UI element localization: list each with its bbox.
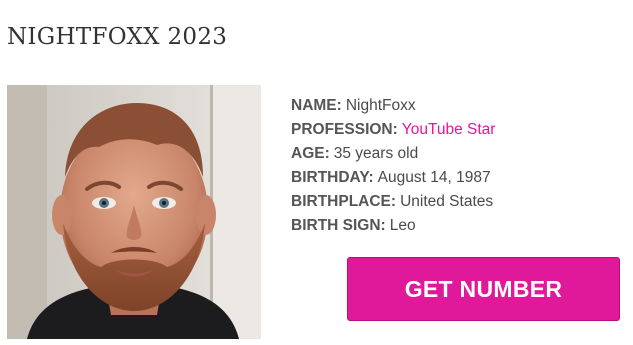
profile-row-birthplace: BIRTHPLACE: United States bbox=[291, 190, 495, 214]
profile-details: NAME: NightFoxx PROFESSION: YouTube Star A… bbox=[291, 94, 495, 238]
birthplace-label: BIRTHPLACE: bbox=[291, 193, 397, 210]
birthday-label: BIRTHDAY: bbox=[291, 169, 374, 186]
birth-sign-label: BIRTH SIGN: bbox=[291, 217, 386, 234]
birth-sign-value: Leo bbox=[389, 217, 416, 234]
birthday-value: August 14, 1987 bbox=[377, 169, 491, 186]
age-value: 35 years old bbox=[333, 145, 419, 162]
profile-photo bbox=[7, 85, 261, 339]
profile-row-birthday: BIRTHDAY: August 14, 1987 bbox=[291, 166, 495, 190]
profile-row-profession: PROFESSION: YouTube Star bbox=[291, 118, 495, 142]
age-label: AGE: bbox=[291, 145, 330, 162]
profile-row-name: NAME: NightFoxx bbox=[291, 94, 495, 118]
page-title: NIGHTFOXX 2023 bbox=[7, 24, 228, 50]
birthplace-value: United States bbox=[400, 193, 494, 210]
profession-link[interactable]: YouTube Star bbox=[402, 121, 496, 138]
profile-row-age: AGE: 35 years old bbox=[291, 142, 495, 166]
profile-row-birth-sign: BIRTH SIGN: Leo bbox=[291, 214, 495, 238]
profession-label: PROFESSION: bbox=[291, 121, 398, 138]
get-number-button[interactable]: GET NUMBER bbox=[347, 257, 620, 321]
name-value: NightFoxx bbox=[345, 97, 416, 114]
name-label: NAME: bbox=[291, 97, 342, 114]
